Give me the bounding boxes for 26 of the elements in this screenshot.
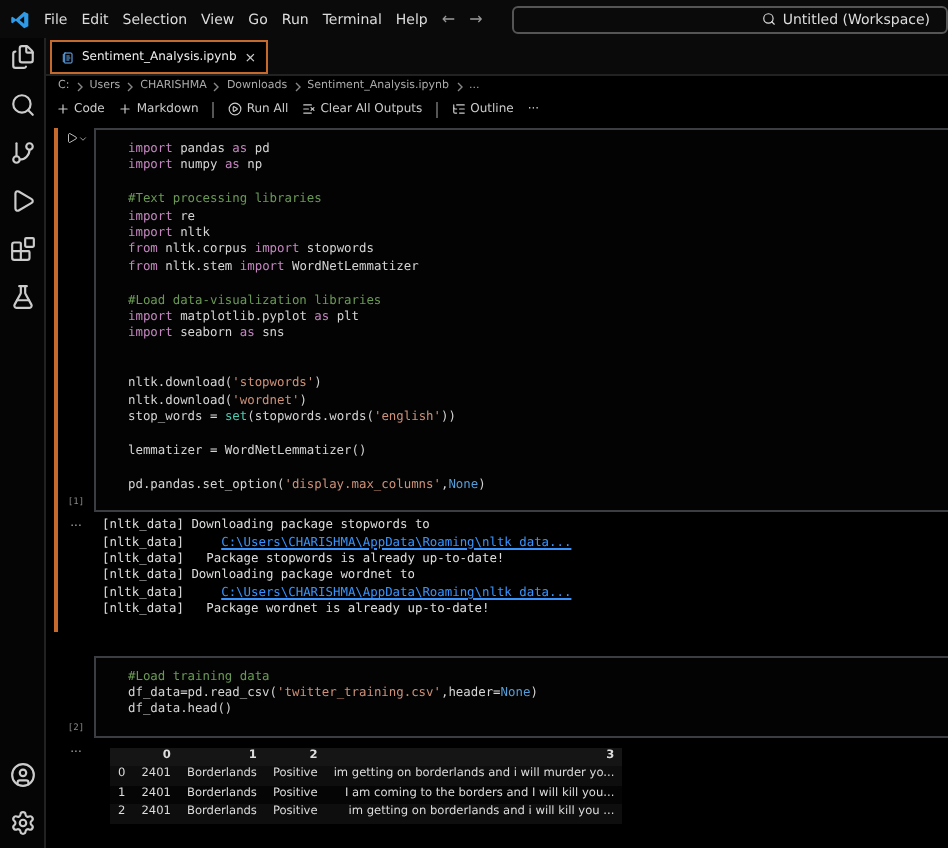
explorer-icon[interactable] [9,44,35,70]
run-all-icon [228,102,243,116]
chevron-down-icon[interactable] [77,133,87,143]
search-icon [762,12,777,26]
chevron-icon [126,81,135,91]
source-control-icon[interactable] [9,140,35,166]
app-logo-icon [10,9,30,29]
search-icon[interactable] [9,92,35,118]
outline-icon [452,102,467,116]
back-button[interactable]: ← [441,10,456,28]
settings-icon[interactable] [9,810,35,836]
flask-icon[interactable] [9,284,35,310]
plus-icon [118,102,133,116]
chevron-icon [212,81,221,91]
notebook-icon [62,51,74,63]
chevron-icon [293,81,302,91]
plus-icon [56,102,70,116]
forward-button[interactable]: → [469,10,483,28]
extensions-icon[interactable] [9,236,35,262]
clear-icon [302,102,317,116]
account-icon[interactable] [9,762,35,788]
chevron-icon [75,81,84,91]
code-editor[interactable] [94,128,948,513]
chevron-icon [455,81,463,91]
run-debug-icon[interactable] [9,188,35,214]
run-cell-icon[interactable] [65,132,77,144]
